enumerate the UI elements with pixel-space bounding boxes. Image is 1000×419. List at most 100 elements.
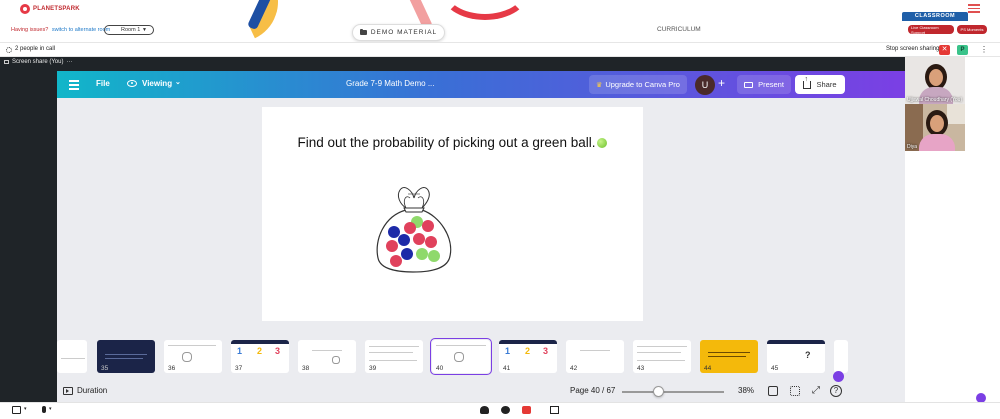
upgrade-button[interactable]: ♛ Upgrade to Canva Pro bbox=[589, 75, 687, 94]
help-button[interactable]: ? bbox=[830, 385, 842, 397]
more-options-icon[interactable]: ⋮ bbox=[980, 45, 988, 54]
stop-sharing-button[interactable]: ✕ bbox=[939, 45, 950, 55]
right-gutter bbox=[965, 57, 1000, 402]
slide-thumbnail-selected[interactable]: 40 bbox=[430, 338, 492, 375]
thumbnail-number: 38 bbox=[302, 365, 310, 372]
folder-icon bbox=[359, 28, 367, 35]
slide-thumbnail[interactable]: 1 2 3 41 bbox=[499, 340, 557, 373]
viewing-mode-dropdown[interactable]: Viewing bbox=[142, 79, 172, 88]
chevron-down-icon[interactable]: ⌄ bbox=[175, 78, 181, 86]
camera-icon[interactable] bbox=[12, 406, 21, 414]
participants-icon[interactable] bbox=[480, 406, 489, 414]
blue-ball bbox=[388, 226, 400, 238]
zoom-slider[interactable] bbox=[622, 391, 724, 393]
people-count: 2 people in call bbox=[15, 46, 56, 52]
page-indicator: Page 40 / 67 bbox=[570, 386, 616, 395]
share-upload-icon bbox=[803, 76, 812, 89]
whiteboard-icon[interactable] bbox=[522, 406, 531, 414]
slide-thumbnail[interactable]: 39 bbox=[365, 340, 423, 373]
screen-share-label: Screen share (You) ··· bbox=[4, 59, 72, 65]
chat-icon[interactable] bbox=[501, 406, 510, 414]
red-ball bbox=[404, 222, 416, 234]
call-status-bar: 2 people in call Stop screen sharing ✕ P… bbox=[0, 42, 1000, 57]
participant-name: Ujjawal Choudhary (You) bbox=[907, 97, 963, 103]
planetspark-logo: PLANETSPARK bbox=[20, 4, 80, 14]
classroom-tab[interactable]: CLASSROOM bbox=[902, 12, 968, 21]
slide-thumbnail[interactable]: 1 2 3 37 bbox=[231, 340, 289, 373]
file-menu[interactable]: File bbox=[96, 79, 110, 88]
zoom-level[interactable]: 38% bbox=[738, 386, 754, 395]
planet-icon bbox=[20, 4, 30, 14]
slide-thumbnail-partial[interactable] bbox=[57, 340, 87, 373]
slide-thumbnail[interactable]: 35 bbox=[97, 340, 155, 373]
present-button[interactable]: Present bbox=[737, 75, 791, 94]
document-title[interactable]: Grade 7-9 Math Demo ... bbox=[346, 79, 434, 88]
thumbnail-number: 41 bbox=[503, 365, 511, 372]
ps-moments-label: PS Moments bbox=[960, 27, 984, 32]
thumbnail-number: 45 bbox=[771, 365, 779, 372]
room-select[interactable]: Room 1 ▼ bbox=[104, 25, 154, 35]
current-slide: Find out the probability of picking out … bbox=[262, 107, 643, 321]
logo-text: PLANETSPARK bbox=[33, 6, 80, 12]
red-ball bbox=[422, 220, 434, 232]
thumbnail-number: 36 bbox=[168, 365, 176, 372]
red-ball bbox=[425, 236, 437, 248]
share-button[interactable]: Share bbox=[795, 75, 845, 94]
demo-material-label: DEMO MATERIAL bbox=[370, 29, 438, 36]
microphone-icon[interactable] bbox=[42, 406, 46, 413]
upgrade-label: Upgrade to Canva Pro bbox=[605, 80, 680, 89]
slide-thumbnail[interactable]: 36 bbox=[164, 340, 222, 373]
duration-icon[interactable] bbox=[63, 387, 73, 395]
plus-icon[interactable]: + bbox=[718, 76, 725, 90]
bag-tie bbox=[403, 207, 425, 213]
stop-sharing-label: Stop screen sharing bbox=[886, 46, 940, 52]
notes-icon[interactable] bbox=[768, 386, 778, 396]
participant-name: Diya bbox=[907, 144, 918, 150]
green-ball bbox=[416, 248, 428, 260]
chevron-down-icon[interactable]: ▾ bbox=[24, 406, 27, 412]
ball-bag-illustration bbox=[376, 187, 452, 273]
demo-material-button[interactable]: DEMO MATERIAL bbox=[352, 24, 445, 41]
layout-icon[interactable] bbox=[550, 406, 559, 414]
magic-assistant-icon[interactable] bbox=[833, 371, 844, 382]
slide-thumbnail[interactable]: 38 bbox=[298, 340, 356, 373]
ps-moments-button[interactable]: PS Moments bbox=[957, 25, 987, 34]
duration-button[interactable]: Duration bbox=[77, 386, 107, 395]
slide-thumbnail-partial[interactable] bbox=[834, 340, 848, 373]
slide-thumbnail[interactable]: 43 bbox=[633, 340, 691, 373]
thumbnail-number: 44 bbox=[704, 365, 712, 372]
gear-icon[interactable] bbox=[6, 47, 12, 53]
fullscreen-icon[interactable]: ⤢ bbox=[812, 386, 822, 396]
more-icon[interactable]: ··· bbox=[66, 59, 72, 65]
slide-thumbnail[interactable]: 44 bbox=[700, 340, 758, 373]
blue-ball bbox=[398, 234, 410, 246]
share-label: Share bbox=[816, 80, 837, 89]
slide-thumbnail[interactable]: 42 bbox=[566, 340, 624, 373]
present-icon bbox=[744, 81, 754, 88]
decorative-arc bbox=[440, 0, 530, 20]
participant-tile[interactable]: Ujjawal Choudhary (You) bbox=[905, 57, 965, 104]
thumbnail-number: 35 bbox=[101, 365, 109, 372]
live-support-button[interactable]: Live Classroom Support bbox=[908, 24, 954, 35]
chevron-down-icon[interactable]: ▾ bbox=[49, 406, 52, 412]
call-controls-bar: ▾ ▾ bbox=[0, 402, 1000, 419]
curriculum-tab[interactable]: CURRICULUM bbox=[657, 26, 701, 33]
present-label: Present bbox=[758, 80, 784, 89]
switch-room-link[interactable]: switch to alternate room bbox=[52, 27, 110, 33]
avatar[interactable]: U bbox=[695, 75, 715, 95]
thumbnail-number: 37 bbox=[235, 365, 243, 372]
participant-tile[interactable]: Diya bbox=[905, 104, 965, 151]
green-ball-icon bbox=[597, 138, 608, 149]
slide-thumbnail[interactable]: ? 45 bbox=[767, 340, 825, 373]
grid-view-icon[interactable] bbox=[790, 386, 800, 396]
p-badge-button[interactable]: P bbox=[957, 45, 968, 55]
menu-icon[interactable] bbox=[968, 4, 980, 15]
room-select-value: Room 1 bbox=[121, 27, 141, 33]
chevron-down-icon: ▼ bbox=[142, 27, 147, 33]
thumbnail-number: 40 bbox=[436, 365, 444, 372]
zoom-slider-handle[interactable] bbox=[653, 386, 664, 397]
hamburger-menu-icon[interactable] bbox=[69, 80, 79, 92]
thumbnail-number: 39 bbox=[369, 365, 377, 372]
live-support-label: Live Classroom Support bbox=[911, 24, 939, 35]
thumbnail-number: 43 bbox=[637, 365, 645, 372]
